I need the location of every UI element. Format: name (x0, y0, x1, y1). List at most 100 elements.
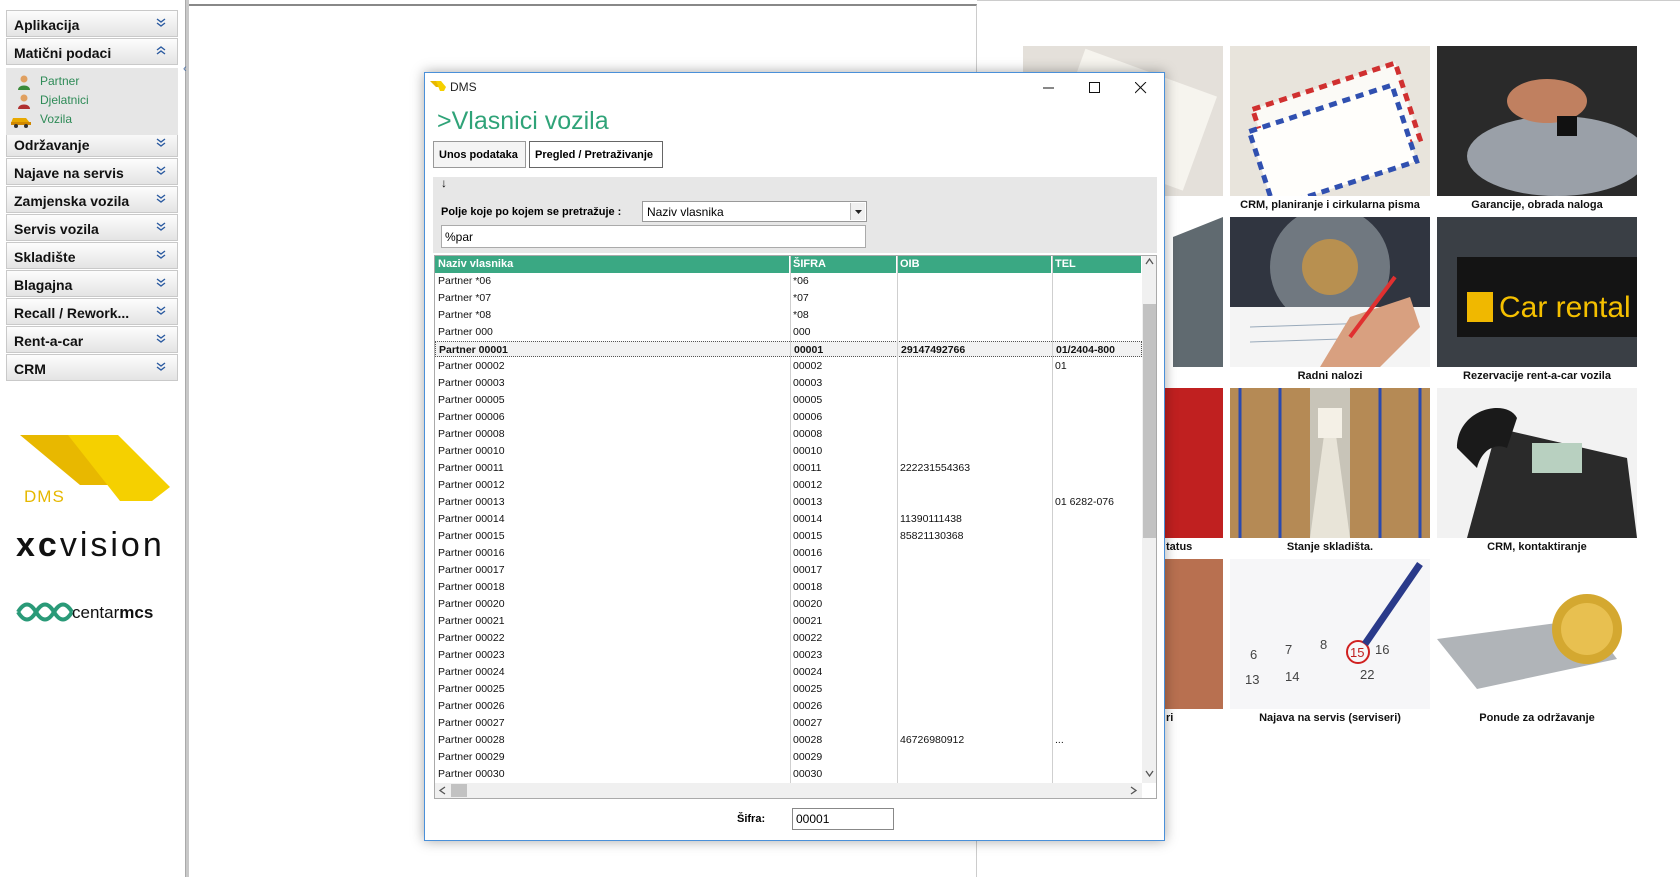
tile-mechanic[interactable] (1437, 46, 1637, 196)
table-row[interactable]: Partner 00006 00006 (435, 409, 1142, 425)
sidebar-item-8[interactable]: Recall / Rework... (6, 298, 178, 325)
scroll-down-icon[interactable] (1145, 769, 1154, 781)
column-header-0[interactable]: Naziv vlasnika (435, 256, 790, 273)
table-row[interactable]: Partner 00017 00017 (435, 562, 1142, 578)
sort-direction-icon[interactable]: ↓ (441, 176, 447, 190)
sidebar-item-5[interactable]: Servis vozila (6, 214, 178, 241)
tile-envelopes[interactable] (1230, 46, 1430, 196)
table-row[interactable]: Partner 00021 00021 (435, 613, 1142, 629)
sidebar-item-10[interactable]: CRM (6, 354, 178, 381)
scroll-right-icon[interactable] (1129, 786, 1138, 798)
column-divider[interactable] (790, 256, 791, 783)
tile-label-partial[interactable]: ri (1166, 712, 1226, 724)
column-header-3[interactable]: TEL (1052, 256, 1142, 273)
table-row[interactable]: Partner 00025 00025 (435, 681, 1142, 697)
chevron-double-down-icon[interactable] (155, 221, 167, 233)
horizontal-scroll-thumb[interactable] (451, 784, 467, 797)
sidebar-item-7[interactable]: Blagajna (6, 270, 178, 297)
table-row[interactable]: Partner 00029 00029 (435, 749, 1142, 765)
tile-car-rental[interactable]: Car rental (1437, 217, 1637, 367)
table-row[interactable]: Partner 00028 00028 46726980912... (435, 732, 1142, 748)
column-divider[interactable] (1052, 256, 1053, 783)
table-row[interactable]: Partner 00014 00014 11390111438 (435, 511, 1142, 527)
table-row[interactable]: Partner *07 *07 (435, 290, 1142, 306)
chevron-double-down-icon[interactable] (155, 361, 167, 373)
table-row[interactable]: Partner 00023 00023 (435, 647, 1142, 663)
table-row[interactable]: Partner 00001 00001 29147492766 01/2404-800 (435, 341, 1142, 357)
tile-label[interactable]: CRM, kontaktiranje (1437, 541, 1637, 553)
tile-calendar[interactable]: 6 7 8 13 14 15 16 22 (1230, 559, 1430, 709)
vertical-scroll-thumb[interactable] (1143, 304, 1156, 538)
chevron-double-down-icon[interactable] (155, 305, 167, 317)
table-row[interactable]: Partner 00003 00003 (435, 375, 1142, 391)
tile-label[interactable]: CRM, planiranje i cirkularna pisma (1230, 199, 1430, 211)
collapse-sidebar-icon[interactable]: ‹ (183, 63, 187, 75)
sidebar-item-4[interactable]: Zamjenska vozila (6, 186, 178, 213)
chevron-double-down-icon[interactable] (155, 333, 167, 345)
tile-label-partial[interactable]: tatus (1166, 541, 1226, 553)
table-row[interactable]: Partner 00024 00024 (435, 664, 1142, 680)
tile-label[interactable]: Garancije, obrada naloga (1437, 199, 1637, 211)
tile-wrench-coin[interactable] (1437, 559, 1637, 709)
table-row[interactable]: Partner 00012 00012 (435, 477, 1142, 493)
sidebar-item-1[interactable]: Matični podaci (6, 38, 178, 65)
sidebar-subitem-djelatnici[interactable]: Djelatnici (10, 91, 160, 110)
column-divider[interactable] (897, 256, 898, 783)
table-row[interactable]: Partner 00018 00018 (435, 579, 1142, 595)
table-row[interactable]: Partner 00005 00005 (435, 392, 1142, 408)
sidebar-item-3[interactable]: Najave na servis (6, 158, 178, 185)
tile-label[interactable]: Stanje skladišta. (1230, 541, 1430, 553)
chevron-double-down-icon[interactable] (155, 277, 167, 289)
minimize-button[interactable] (1026, 73, 1072, 101)
table-row[interactable]: Partner 00002 00002 01 (435, 358, 1142, 374)
table-row[interactable]: Partner 00027 00027 (435, 715, 1142, 731)
search-input[interactable] (441, 225, 866, 248)
chevron-double-down-icon[interactable] (155, 249, 167, 261)
tab-unos-podataka[interactable]: Unos podataka (433, 141, 526, 168)
table-row[interactable]: Partner 000 000 (435, 324, 1142, 340)
chevron-double-down-icon[interactable] (155, 17, 167, 29)
chevron-double-down-icon[interactable] (155, 193, 167, 205)
close-button[interactable] (1118, 73, 1164, 101)
horizontal-scrollbar[interactable] (435, 783, 1142, 798)
table-row[interactable]: Partner 00020 00020 (435, 596, 1142, 612)
tile-phone[interactable] (1437, 388, 1637, 538)
table-row[interactable]: Partner 00008 00008 (435, 426, 1142, 442)
scroll-left-icon[interactable] (438, 786, 447, 798)
column-header-2[interactable]: OIB (897, 256, 1052, 273)
tile-label[interactable]: Radni nalozi (1230, 370, 1430, 382)
search-field-select[interactable]: Naziv vlasnika (642, 201, 867, 222)
table-row[interactable]: Partner *06 *06 (435, 273, 1142, 289)
sidebar-subitem-vozila[interactable]: Vozila (10, 110, 160, 129)
tile-warehouse[interactable] (1230, 388, 1430, 538)
table-row[interactable]: Partner 00010 00010 (435, 443, 1142, 459)
chevron-double-up-icon[interactable] (155, 45, 167, 57)
sidebar-item-6[interactable]: Skladište (6, 242, 178, 269)
chevron-double-down-icon[interactable] (155, 137, 167, 149)
maximize-button[interactable] (1072, 73, 1118, 101)
column-header-1[interactable]: ŠIFRA (790, 256, 897, 273)
scroll-up-icon[interactable] (1145, 257, 1154, 269)
table-row[interactable]: Partner 00013 00013 01 6282-076 (435, 494, 1142, 510)
chevron-double-down-icon[interactable] (155, 165, 167, 177)
table-row[interactable]: Partner 00026 00026 (435, 698, 1142, 714)
tile-label[interactable]: Rezervacije rent-a-car vozila (1437, 370, 1637, 382)
sidebar-item-0[interactable]: Aplikacija (6, 10, 178, 37)
table-row[interactable]: Partner 00015 00015 85821130368 (435, 528, 1142, 544)
tile-brake-disc[interactable] (1230, 217, 1430, 367)
code-input[interactable] (792, 808, 894, 830)
sidebar-item-9[interactable]: Rent-a-car (6, 326, 178, 353)
table-row[interactable]: Partner 00016 00016 (435, 545, 1142, 561)
table-cell (897, 545, 1052, 561)
chevron-down-icon[interactable] (850, 203, 865, 220)
tile-label[interactable]: Ponude za održavanje (1437, 712, 1637, 724)
tile-label[interactable]: Najava na servis (serviseri) (1230, 712, 1430, 724)
tab-pregled-pretrazivanje[interactable]: Pregled / Pretraživanje (529, 141, 663, 168)
table-row[interactable]: Partner *08 *08 (435, 307, 1142, 323)
table-row[interactable]: Partner 00030 00030 (435, 766, 1142, 782)
table-row[interactable]: Partner 00011 00011 222231554363 (435, 460, 1142, 476)
table-row[interactable]: Partner 00022 00022 (435, 630, 1142, 646)
sidebar-subitem-partner[interactable]: Partner (10, 72, 160, 91)
dialog-titlebar[interactable]: DMS (425, 73, 1164, 101)
vertical-scrollbar[interactable] (1142, 256, 1156, 783)
